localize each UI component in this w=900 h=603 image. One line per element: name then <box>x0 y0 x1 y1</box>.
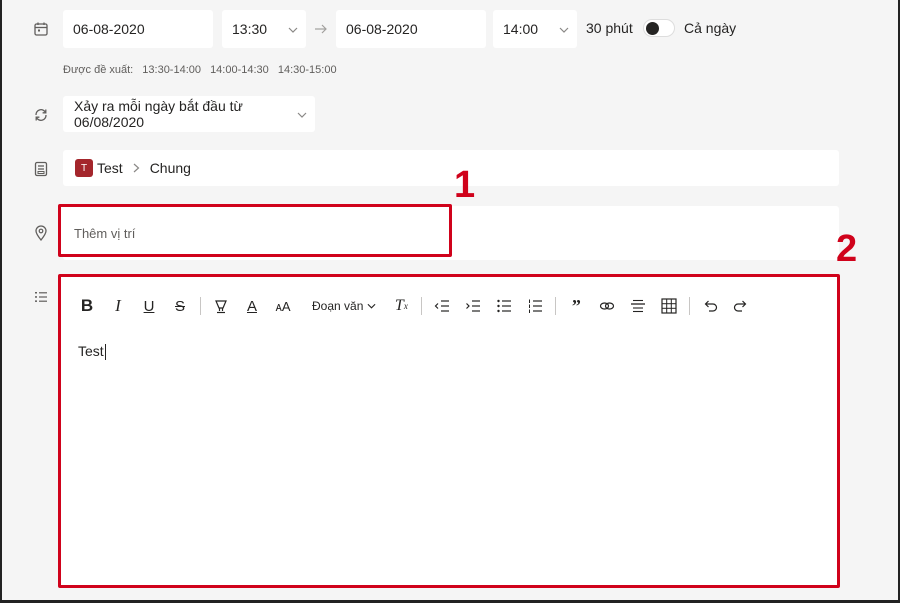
increase-indent-icon[interactable] <box>461 295 485 317</box>
recurrence-value: Xảy ra mỗi ngày bắt đầu từ 06/08/2020 <box>74 98 243 130</box>
start-date-field[interactable]: 06-08-2020 <box>63 10 213 48</box>
suggested-times: Được đề xuất: 13:30-14:00 14:00-14:30 14… <box>63 64 343 76</box>
end-date-value: 06-08-2020 <box>346 21 418 37</box>
repeat-icon <box>30 104 52 126</box>
toolbar-separator <box>421 297 423 315</box>
start-date-value: 06-08-2020 <box>73 21 145 37</box>
redo-icon[interactable] <box>729 295 753 317</box>
toolbar-separator <box>200 297 201 315</box>
all-day-label: Cả ngày <box>684 20 737 36</box>
text-cursor <box>104 344 106 361</box>
suggestion-3[interactable]: 14:30-15:00 <box>278 64 337 76</box>
details-editor[interactable]: B I U S A ᴀA Đoạn văn Tx ” Test <box>58 274 840 588</box>
arrow-right-icon <box>312 20 330 38</box>
chevron-down-icon <box>288 22 298 36</box>
chevron-down-icon <box>297 107 307 121</box>
details-list-icon <box>30 286 52 308</box>
end-time-select[interactable]: 14:00 <box>493 10 577 48</box>
suggestion-2[interactable]: 14:00-14:30 <box>210 64 269 76</box>
channel-name: Chung <box>149 160 191 176</box>
paragraph-style-dropdown[interactable]: Đoạn văn <box>312 295 376 317</box>
decrease-indent-icon[interactable] <box>430 295 454 317</box>
location-pin-icon <box>30 222 52 244</box>
recurrence-select[interactable]: Xảy ra mỗi ngày bắt đầu từ 06/08/2020 <box>63 96 315 132</box>
editor-text: Test <box>78 343 104 359</box>
channel-field[interactable]: T Test Chung <box>63 150 839 186</box>
quote-icon[interactable]: ” <box>564 295 588 317</box>
toggle-knob <box>646 22 659 35</box>
team-avatar: T <box>75 159 93 177</box>
bullet-list-icon[interactable] <box>492 295 516 317</box>
breadcrumb-chevron-icon <box>133 160 140 176</box>
undo-icon[interactable] <box>698 295 722 317</box>
location-input[interactable]: Thêm vị trí <box>74 226 135 241</box>
end-date-field[interactable]: 06-08-2020 <box>336 10 486 48</box>
start-time-select[interactable]: 13:30 <box>222 10 306 48</box>
toolbar-separator <box>689 297 691 315</box>
underline-button[interactable]: U <box>137 295 161 317</box>
channel-icon <box>30 158 52 180</box>
bold-button[interactable]: B <box>75 295 99 317</box>
toolbar-separator <box>555 297 557 315</box>
team-name: Test <box>97 160 123 176</box>
editor-content[interactable]: Test <box>78 343 106 361</box>
start-time-value: 13:30 <box>232 21 268 37</box>
horizontal-rule-icon[interactable] <box>626 295 650 317</box>
link-icon[interactable] <box>595 295 619 317</box>
formatting-toolbar: B I U S A ᴀA Đoạn văn Tx ” <box>75 295 827 317</box>
end-time-value: 14:00 <box>503 21 539 37</box>
font-color-button[interactable]: A <box>240 295 264 317</box>
all-day-toggle[interactable] <box>643 19 675 37</box>
clear-formatting-button[interactable]: Tx <box>389 295 413 317</box>
font-size-button[interactable]: ᴀA <box>271 295 295 317</box>
paragraph-style-label: Đoạn văn <box>312 299 364 313</box>
calendar-icon <box>30 18 52 40</box>
duration-label: 30 phút <box>586 20 633 36</box>
location-input-highlight[interactable]: Thêm vị trí <box>58 204 452 257</box>
italic-button[interactable]: I <box>106 295 130 317</box>
chevron-down-icon <box>367 303 376 309</box>
callout-number-2: 2 <box>836 228 858 270</box>
suggestion-1[interactable]: 13:30-14:00 <box>142 64 201 76</box>
chevron-down-icon <box>559 22 569 36</box>
callout-number-1: 1 <box>454 164 476 206</box>
frame-left <box>0 0 2 603</box>
table-icon[interactable] <box>657 295 681 317</box>
strikethrough-button[interactable]: S <box>168 295 192 317</box>
highlight-icon[interactable] <box>209 295 233 317</box>
numbered-list-icon[interactable] <box>523 295 547 317</box>
suggested-label: Được đề xuất: <box>63 64 134 76</box>
